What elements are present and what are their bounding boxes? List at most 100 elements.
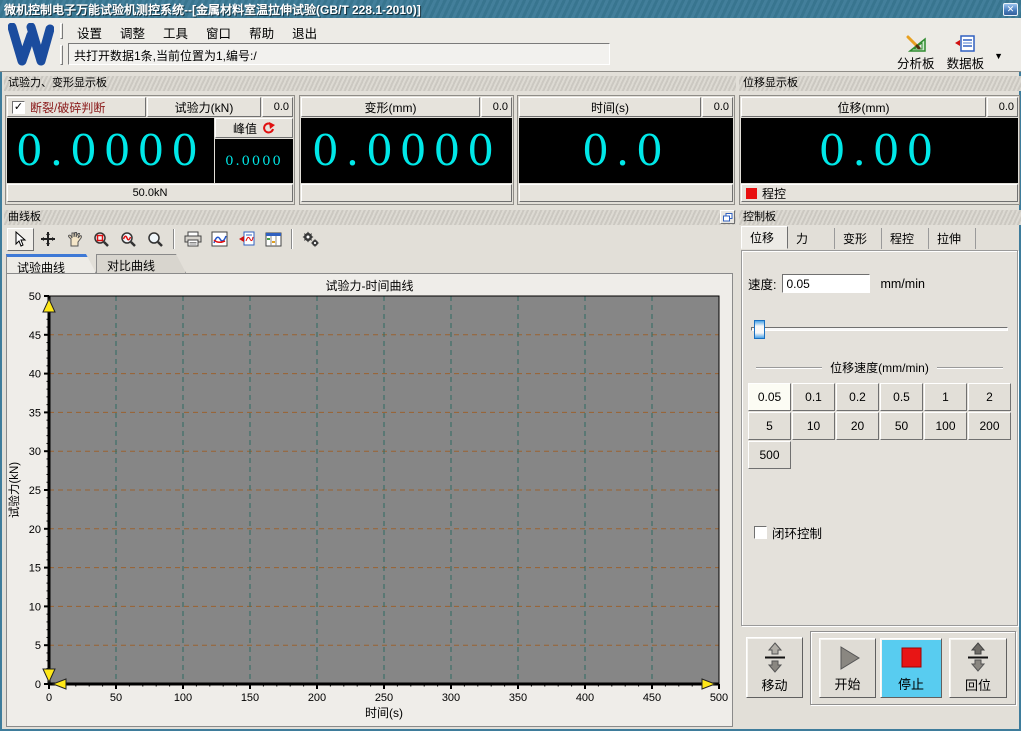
curve-style-icon[interactable] xyxy=(206,228,233,251)
data-grid-icon[interactable] xyxy=(260,228,287,251)
deform-aux-display: 0.0 xyxy=(481,97,512,117)
panel-restore-button[interactable] xyxy=(720,210,735,224)
gears-icon[interactable] xyxy=(297,228,324,251)
move-button[interactable]: 移动 xyxy=(746,637,803,698)
time-aux-display: 0.0 xyxy=(702,97,733,117)
menu-item[interactable]: 窗口 xyxy=(197,21,240,41)
force-aux-display: 0.0 xyxy=(262,97,293,117)
deform-panel: 变形(mm) 0.0 0.0000 xyxy=(299,95,514,205)
curve-tab[interactable]: 试验曲线 xyxy=(6,254,96,273)
x-tick-label: 100 xyxy=(174,692,192,704)
x-tick-label: 250 xyxy=(375,692,393,704)
curve-tab[interactable]: 对比曲线 xyxy=(96,254,186,273)
zoom-curve-icon[interactable] xyxy=(115,228,142,251)
speed-preset-button[interactable]: 50 xyxy=(880,412,923,440)
break-judge-cell[interactable]: 断裂/破碎判断 xyxy=(7,97,146,117)
speed-preset-button[interactable]: 200 xyxy=(968,412,1011,440)
displacement-panel: 位移(mm) 0.0 0.00 程控 xyxy=(739,95,1020,205)
speed-preset-button[interactable]: 100 xyxy=(924,412,967,440)
time-info-bar xyxy=(519,184,733,202)
crosshair-move-icon[interactable] xyxy=(34,228,61,251)
x-tick-label: 200 xyxy=(308,692,326,704)
restore-window-icon xyxy=(722,212,732,221)
speed-preset-button[interactable]: 0.1 xyxy=(792,383,835,411)
select-cursor-icon[interactable] xyxy=(7,227,34,251)
control-tab[interactable]: 位移 xyxy=(741,226,788,249)
displacement-channel-button[interactable]: 位移(mm) xyxy=(741,97,986,117)
speed-slider-thumb[interactable] xyxy=(754,320,765,339)
toolbar-grip xyxy=(60,23,63,39)
move-updown-icon xyxy=(764,641,785,673)
time-value-display: 0.0 xyxy=(519,118,733,183)
return-home-icon xyxy=(968,642,988,672)
control-tab[interactable]: 变形 xyxy=(835,228,882,249)
app-logo xyxy=(8,23,54,66)
stop-button[interactable]: 停止 xyxy=(880,638,942,698)
y-tick-label: 50 xyxy=(29,291,41,303)
menu-item[interactable]: 设置 xyxy=(68,21,111,41)
app-window: 微机控制电子万能试验机测控系统--[金属材料室温拉伸试验(GB/T 228.1-… xyxy=(0,0,1021,731)
speed-slider-track[interactable] xyxy=(751,320,1008,339)
speed-preset-grid: 0.05 0.1 0.2 0.5 1 2 5 10 20 50 100 200 500 xyxy=(748,383,1011,469)
print-icon[interactable] xyxy=(179,228,206,251)
menu-bar: 设置 调整 工具 窗口 帮助 退出 xyxy=(68,21,326,41)
closed-loop-row[interactable]: 闭环控制 xyxy=(750,523,822,542)
control-tab[interactable]: 程控 xyxy=(882,228,929,249)
peak-value-display: 0.0000 xyxy=(215,139,293,183)
displacement-status-bar: 程控 xyxy=(741,184,1018,202)
deform-channel-button[interactable]: 变形(mm) xyxy=(301,97,480,117)
speed-preset-button[interactable]: 500 xyxy=(748,441,791,469)
control-tab[interactable]: 力 xyxy=(788,228,835,249)
control-tab-strip: 位移力变形 程控 拉伸 xyxy=(741,226,976,249)
y-tick-label: 45 xyxy=(29,330,41,342)
y-tick-label: 10 xyxy=(29,601,41,613)
start-button[interactable]: 开始 xyxy=(819,638,876,698)
y-tick-label: 35 xyxy=(29,407,41,419)
zoom-region-icon[interactable] xyxy=(88,228,115,251)
peak-refresh-icon xyxy=(263,122,275,134)
force-range-bar: 50.0kN xyxy=(7,184,293,202)
closed-loop-checkbox[interactable] xyxy=(754,526,767,539)
curve-export-icon[interactable] xyxy=(233,228,260,251)
curve-tab-strip: 试验曲线 对比曲线 xyxy=(6,254,186,273)
control-section: 控制板 位移力变形程控拉伸 速度: mm/min 位移速度(mm/min) 0.… xyxy=(739,210,1021,729)
return-button[interactable]: 回位 xyxy=(949,638,1007,698)
speed-preset-button[interactable]: 1 xyxy=(924,383,967,411)
toolbar-overflow-chevron[interactable]: ▼ xyxy=(994,51,1003,73)
y-tick-label: 0 xyxy=(35,679,41,691)
displacement-display-section: 位移显示板 位移(mm) 0.0 0.00 程控 xyxy=(739,76,1021,207)
control-tab[interactable]: 拉伸 xyxy=(929,228,976,249)
force-channel-button[interactable]: 试验力(kN) xyxy=(147,97,261,117)
chart-canvas[interactable]: 051015202530354045500 50 100 150 200 250 300 35… xyxy=(7,290,732,726)
peak-clear-button[interactable]: 峰值 xyxy=(215,118,293,138)
menu-toolbar: 设置 调整 工具 窗口 帮助 退出 共打开数据1条,当前位置为1,编号:/ 分析板 xyxy=(0,18,1021,72)
x-tick-label: 500 xyxy=(710,692,728,704)
menu-item[interactable]: 工具 xyxy=(154,21,197,41)
speed-preset-button[interactable]: 10 xyxy=(792,412,835,440)
menu-item[interactable]: 调整 xyxy=(111,21,154,41)
close-button[interactable]: ✕ xyxy=(1003,2,1018,16)
program-control-indicator xyxy=(746,187,757,199)
menu-item[interactable]: 帮助 xyxy=(240,21,283,41)
speed-preset-button[interactable]: 20 xyxy=(836,412,879,440)
pan-hand-icon[interactable] xyxy=(61,228,88,251)
zoom-reset-icon[interactable] xyxy=(142,228,169,251)
speed-preset-button[interactable]: 5 xyxy=(748,412,791,440)
title-bar: 微机控制电子万能试验机测控系统--[金属材料室温拉伸试验(GB/T 228.1-… xyxy=(0,0,1021,18)
speed-preset-button[interactable]: 0.5 xyxy=(880,383,923,411)
data-board-button[interactable]: 数据板 xyxy=(945,34,987,73)
break-judge-checkbox[interactable] xyxy=(12,100,25,114)
section-caption: 试验力、变形显示板 xyxy=(4,76,736,91)
menu-item[interactable]: 退出 xyxy=(283,21,326,41)
x-tick-label: 300 xyxy=(442,692,460,704)
speed-preset-button[interactable]: 0.05 xyxy=(748,383,791,411)
speed-preset-button[interactable]: 2 xyxy=(968,383,1011,411)
speed-preset-button[interactable]: 0.2 xyxy=(836,383,879,411)
y-tick-label: 40 xyxy=(29,369,41,381)
displacement-control-panel: 速度: mm/min 位移速度(mm/min) 0.050.10.20.512 5… xyxy=(741,250,1018,626)
time-channel-button[interactable]: 时间(s) xyxy=(519,97,701,117)
analysis-board-button[interactable]: 分析板 xyxy=(895,34,937,73)
chart-container[interactable]: 试验力-时间曲线 0 5 10 15 20 25 30 35 40 45 50 0 50 100 150 20… xyxy=(6,273,733,727)
speed-input[interactable] xyxy=(782,274,871,293)
stop-square-icon xyxy=(901,647,922,668)
